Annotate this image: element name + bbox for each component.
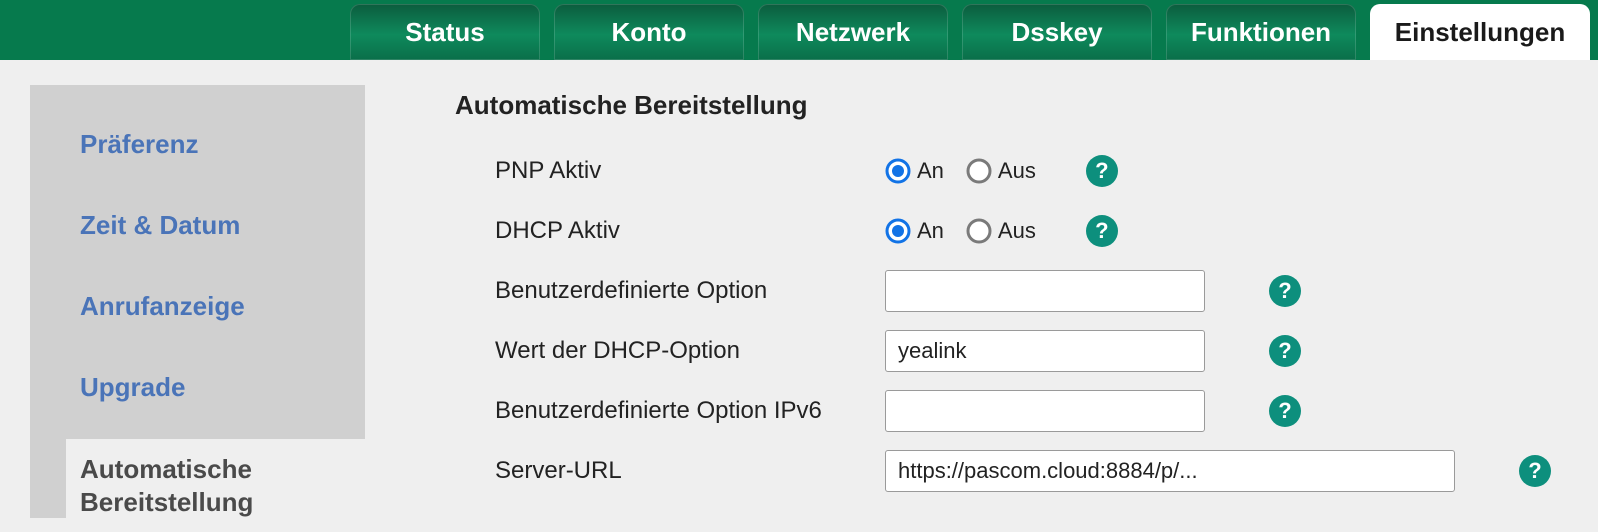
radio-label: An	[917, 218, 944, 244]
label-pnp-aktiv: PNP Aktiv	[455, 157, 885, 185]
settings-content: Automatische Bereitstellung PNP Aktiv An…	[365, 60, 1598, 518]
radio-label: Aus	[998, 218, 1036, 244]
radio-dhcp-an[interactable]: An	[885, 218, 944, 244]
radio-pnp-aus[interactable]: Aus	[966, 158, 1036, 184]
row-server-url: Server-URL ?	[455, 441, 1598, 501]
help-icon[interactable]: ?	[1269, 395, 1301, 427]
top-tabs: Status Konto Netzwerk Dsskey Funktionen …	[0, 0, 1598, 60]
tab-label: Konto	[611, 17, 686, 48]
sidebar-item-label: Automatische	[80, 454, 252, 484]
settings-sidebar: Präferenz Zeit & Datum Anrufanzeige Upgr…	[30, 85, 365, 518]
label-dhcp-aktiv: DHCP Aktiv	[455, 217, 885, 245]
help-icon[interactable]: ?	[1519, 455, 1551, 487]
help-icon[interactable]: ?	[1269, 335, 1301, 367]
label-custom-option-ipv6: Benutzerdefinierte Option IPv6	[455, 397, 885, 425]
label-custom-option: Benutzerdefinierte Option	[455, 277, 885, 305]
radio-label: Aus	[998, 158, 1036, 184]
sidebar-item-anrufanzeige[interactable]: Anrufanzeige	[30, 277, 365, 336]
sidebar-item-label: Präferenz	[80, 129, 199, 159]
radio-pnp-an[interactable]: An	[885, 158, 944, 184]
row-custom-option: Benutzerdefinierte Option ?	[455, 261, 1598, 321]
tab-einstellungen[interactable]: Einstellungen	[1370, 4, 1590, 60]
input-custom-option[interactable]	[885, 270, 1205, 312]
tab-konto[interactable]: Konto	[554, 4, 744, 60]
row-dhcp-value: Wert der DHCP-Option ?	[455, 321, 1598, 381]
tab-label: Einstellungen	[1395, 17, 1565, 48]
sidebar-item-zeit-datum[interactable]: Zeit & Datum	[30, 196, 365, 255]
help-icon[interactable]: ?	[1086, 215, 1118, 247]
row-dhcp-aktiv: DHCP Aktiv An Aus ?	[455, 201, 1598, 261]
sidebar-item-label: Bereitstellung	[80, 487, 253, 517]
sidebar-item-label: Upgrade	[80, 372, 185, 402]
sidebar-item-label: Zeit & Datum	[80, 210, 240, 240]
sidebar-item-upgrade[interactable]: Upgrade	[30, 358, 365, 417]
help-icon[interactable]: ?	[1086, 155, 1118, 187]
tab-dsskey[interactable]: Dsskey	[962, 4, 1152, 60]
row-custom-option-ipv6: Benutzerdefinierte Option IPv6 ?	[455, 381, 1598, 441]
input-server-url[interactable]	[885, 450, 1455, 492]
input-dhcp-value[interactable]	[885, 330, 1205, 372]
tab-label: Dsskey	[1011, 17, 1102, 48]
section-title: Automatische Bereitstellung	[455, 90, 1598, 121]
tab-netzwerk[interactable]: Netzwerk	[758, 4, 948, 60]
label-server-url: Server-URL	[455, 457, 885, 485]
tab-label: Netzwerk	[796, 17, 910, 48]
tab-label: Funktionen	[1191, 17, 1331, 48]
radio-label: An	[917, 158, 944, 184]
input-custom-option-ipv6[interactable]	[885, 390, 1205, 432]
tab-status[interactable]: Status	[350, 4, 540, 60]
sidebar-item-label: Anrufanzeige	[80, 291, 245, 321]
sidebar-item-praeferenz[interactable]: Präferenz	[30, 115, 365, 174]
sidebar-item-auto-provisioning[interactable]: Automatische Bereitstellung	[66, 439, 365, 532]
row-pnp-aktiv: PNP Aktiv An Aus ?	[455, 141, 1598, 201]
radio-unchecked-icon	[966, 218, 992, 244]
label-dhcp-value: Wert der DHCP-Option	[455, 337, 885, 365]
tab-funktionen[interactable]: Funktionen	[1166, 4, 1356, 60]
radio-checked-icon	[885, 218, 911, 244]
radio-checked-icon	[885, 158, 911, 184]
radio-unchecked-icon	[966, 158, 992, 184]
tab-label: Status	[405, 17, 484, 48]
help-icon[interactable]: ?	[1269, 275, 1301, 307]
radio-dhcp-aus[interactable]: Aus	[966, 218, 1036, 244]
